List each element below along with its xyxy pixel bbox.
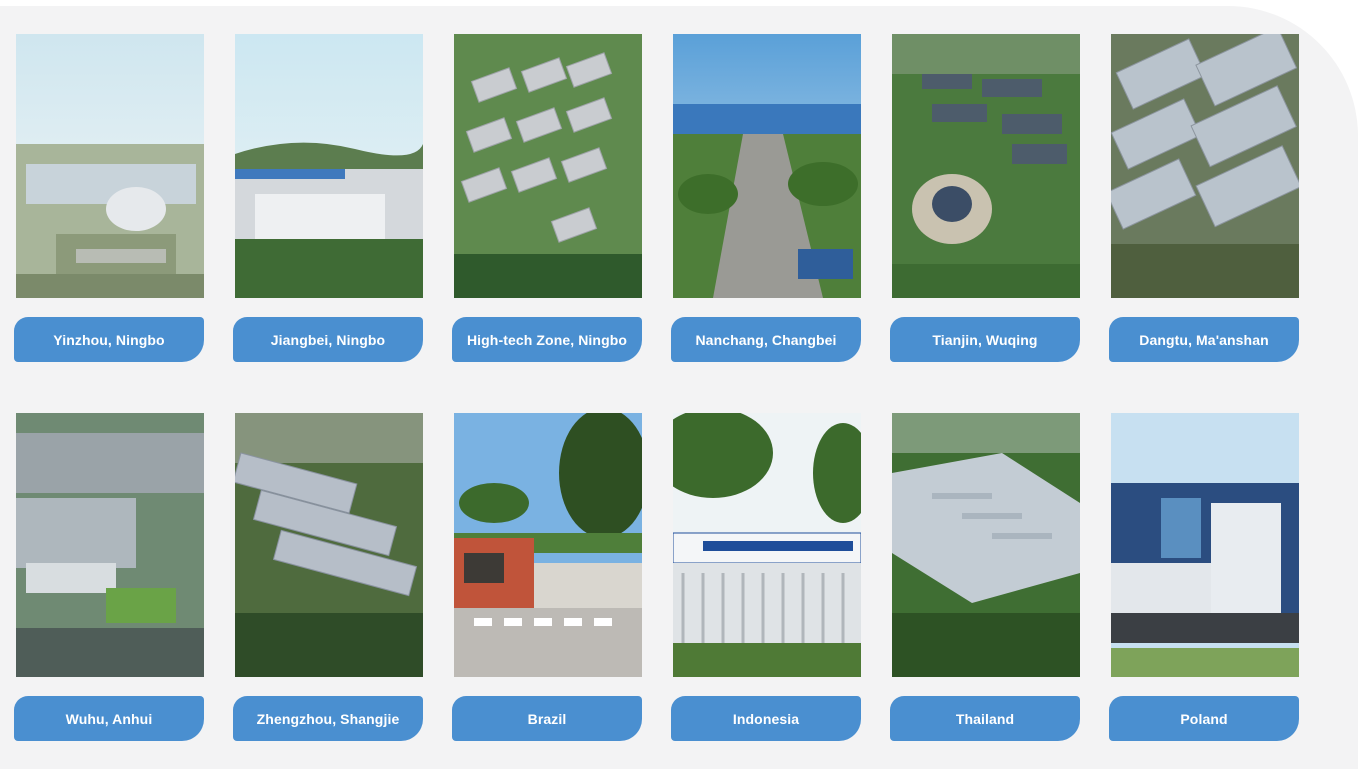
location-photo: [235, 34, 423, 298]
location-card-dangtu[interactable]: Dangtu, Ma'anshan: [1109, 34, 1299, 362]
locations-panel: Yinzhou, Ningbo Jiangbei, Ningbo High-te…: [0, 6, 1358, 769]
location-photo: [673, 34, 861, 298]
location-card-zhengzhou[interactable]: Zhengzhou, Shangjie: [233, 413, 423, 741]
location-card-poland[interactable]: Poland: [1109, 413, 1299, 741]
location-photo: [1111, 413, 1299, 677]
location-label: Yinzhou, Ningbo: [14, 317, 204, 362]
location-photo: [454, 413, 642, 677]
location-label: Thailand: [890, 696, 1080, 741]
location-photo: [235, 413, 423, 677]
location-card-jiangbei[interactable]: Jiangbei, Ningbo: [233, 34, 423, 362]
location-label: Wuhu, Anhui: [14, 696, 204, 741]
location-card-yinzhou[interactable]: Yinzhou, Ningbo: [14, 34, 204, 362]
location-photo: [454, 34, 642, 298]
location-photo: [16, 34, 204, 298]
locations-grid: Yinzhou, Ningbo Jiangbei, Ningbo High-te…: [14, 34, 1299, 741]
location-label: Brazil: [452, 696, 642, 741]
location-photo: [1111, 34, 1299, 298]
location-label: Indonesia: [671, 696, 861, 741]
location-label: Tianjin, Wuqing: [890, 317, 1080, 362]
location-card-wuhu[interactable]: Wuhu, Anhui: [14, 413, 204, 741]
location-card-nanchang[interactable]: Nanchang, Changbei: [671, 34, 861, 362]
location-label: Poland: [1109, 696, 1299, 741]
location-label: Jiangbei, Ningbo: [233, 317, 423, 362]
location-label: Nanchang, Changbei: [671, 317, 861, 362]
location-card-indonesia[interactable]: Indonesia: [671, 413, 861, 741]
location-photo: [892, 34, 1080, 298]
location-card-tianjin[interactable]: Tianjin, Wuqing: [890, 34, 1080, 362]
location-card-brazil[interactable]: Brazil: [452, 413, 642, 741]
location-photo: [673, 413, 861, 677]
location-label: High-tech Zone, Ningbo: [452, 317, 642, 362]
location-label: Zhengzhou, Shangjie: [233, 696, 423, 741]
location-card-thailand[interactable]: Thailand: [890, 413, 1080, 741]
location-card-hightech[interactable]: High-tech Zone, Ningbo: [452, 34, 642, 362]
location-label: Dangtu, Ma'anshan: [1109, 317, 1299, 362]
location-photo: [16, 413, 204, 677]
location-photo: [892, 413, 1080, 677]
